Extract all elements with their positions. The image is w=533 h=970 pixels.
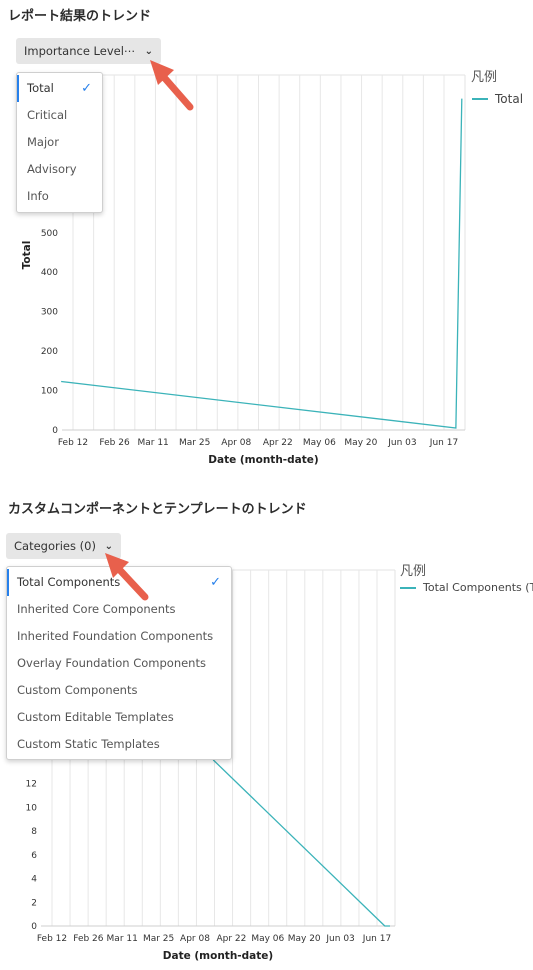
x-tick-label: Apr 08 <box>180 934 210 944</box>
menu-item-label: Advisory <box>27 162 77 176</box>
y-tick-label: 10 <box>26 803 38 813</box>
categories-label: Categories (0) <box>14 539 96 553</box>
x-tick-label: Jun 03 <box>325 934 354 944</box>
importance-menu-item[interactable]: Major <box>17 129 102 156</box>
menu-item-label: Total <box>27 81 54 95</box>
menu-item-label: Overlay Foundation Components <box>17 656 206 670</box>
importance-menu-item[interactable]: Advisory <box>17 156 102 183</box>
y-tick-label: 0 <box>52 426 58 436</box>
y-tick-label: 6 <box>31 851 37 861</box>
annotation-arrow-1 <box>150 60 194 111</box>
category-menu-item[interactable]: Custom Editable Templates <box>7 704 231 731</box>
checkmark-icon: ✓ <box>210 575 221 590</box>
x-tick-label: Jun 17 <box>362 934 391 944</box>
y-tick-label: 300 <box>41 308 58 318</box>
x-tick-label: Jun 17 <box>429 438 458 448</box>
y-tick-label: 12 <box>26 780 37 790</box>
x-tick-label: Jun 03 <box>387 438 416 448</box>
x-tick-label: Feb 26 <box>99 438 130 448</box>
x-tick-label: Apr 22 <box>216 934 246 944</box>
menu-item-label: Custom Components <box>17 683 138 697</box>
importance-menu-item[interactable]: Info <box>17 183 102 210</box>
x-tick-label: Apr 08 <box>221 438 251 448</box>
x-tick-label: Mar 11 <box>107 934 138 944</box>
menu-item-label: Critical <box>27 108 68 122</box>
y-tick-label: 400 <box>41 268 58 278</box>
y-tick-label: 4 <box>31 875 37 885</box>
menu-item-label: Info <box>27 189 49 203</box>
x-tick-label: Feb 12 <box>37 934 67 944</box>
category-menu-item[interactable]: Custom Components <box>7 677 231 704</box>
menu-item-label: Inherited Foundation Components <box>17 629 214 643</box>
report-legend-label: Total <box>495 92 524 106</box>
y-tick-label: 2 <box>31 898 37 908</box>
x-tick-label: Mar 11 <box>137 438 168 448</box>
legend-swatch <box>400 586 416 589</box>
x-tick-label: May 20 <box>288 934 321 944</box>
annotation-arrow-2 <box>105 553 149 601</box>
category-menu-item[interactable]: Overlay Foundation Components <box>7 650 231 677</box>
component-legend-label: Total Components (T <box>423 581 533 594</box>
menu-item-label: Custom Editable Templates <box>17 710 174 724</box>
component-legend-item-total[interactable]: Total Components (T <box>400 581 533 594</box>
y-tick-label: 500 <box>41 229 58 239</box>
importance-menu-item[interactable]: Critical <box>17 102 102 129</box>
y-axis-title: Total <box>21 241 33 270</box>
report-legend-item-total[interactable]: Total <box>472 92 523 106</box>
x-tick-label: May 06 <box>303 438 336 448</box>
legend-swatch <box>472 98 488 100</box>
y-tick-label: 200 <box>41 347 58 357</box>
component-legend-title: 凡例 <box>400 564 427 579</box>
y-tick-label: 8 <box>31 827 37 837</box>
y-tick-label: 0 <box>31 922 37 932</box>
report-legend-title: 凡例 <box>471 70 498 85</box>
checkmark-icon: ✓ <box>81 81 92 96</box>
x-axis-title: Date (month-date) <box>163 950 273 962</box>
series-line-total-components <box>212 759 390 927</box>
importance-level-label: Importance Level⋯ <box>24 44 136 58</box>
x-axis-title: Date (month-date) <box>208 454 318 466</box>
x-tick-label: Mar 25 <box>179 438 210 448</box>
x-tick-label: Feb 12 <box>58 438 88 448</box>
x-tick-label: Mar 25 <box>143 934 174 944</box>
series-line-total <box>61 98 463 429</box>
menu-item-label: Major <box>27 135 59 149</box>
menu-item-label: Custom Static Templates <box>17 737 160 751</box>
category-menu-item[interactable]: Custom Static Templates <box>7 731 231 758</box>
category-menu-item[interactable]: Inherited Foundation Components <box>7 623 231 650</box>
x-tick-label: Feb 26 <box>73 934 104 944</box>
y-tick-label: 100 <box>41 387 58 397</box>
importance-level-menu: Total ✓ Critical Major Advisory Info <box>16 72 103 213</box>
importance-menu-item[interactable]: Total ✓ <box>17 75 102 102</box>
x-tick-label: Apr 22 <box>263 438 293 448</box>
x-tick-label: May 20 <box>344 438 377 448</box>
x-tick-label: May 06 <box>251 934 284 944</box>
